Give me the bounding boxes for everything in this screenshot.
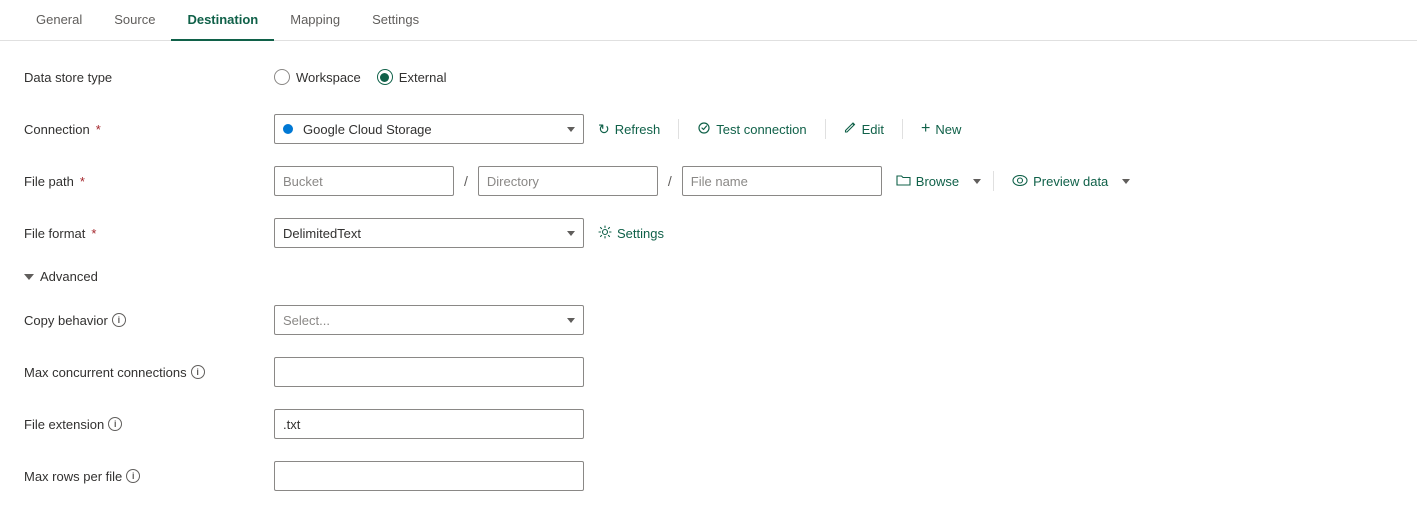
max-concurrent-row: Max concurrent connections i bbox=[24, 356, 1393, 388]
tab-destination[interactable]: Destination bbox=[171, 0, 274, 41]
data-store-type-row: Data store type Workspace External bbox=[24, 61, 1393, 93]
preview-icon bbox=[1012, 174, 1028, 189]
file-path-row: File path * / / Browse bbox=[24, 165, 1393, 197]
file-format-dropdown[interactable]: DelimitedText bbox=[274, 218, 584, 248]
connection-chevron-icon bbox=[567, 127, 575, 132]
max-rows-info-icon: i bbox=[126, 469, 140, 483]
test-connection-button[interactable]: Test connection bbox=[691, 117, 812, 142]
file-name-input[interactable] bbox=[682, 166, 882, 196]
refresh-button[interactable]: ↻ Refresh bbox=[592, 117, 666, 142]
max-rows-control bbox=[274, 461, 584, 491]
browse-chevron-icon[interactable] bbox=[973, 179, 981, 184]
refresh-icon: ↻ bbox=[598, 121, 610, 138]
preview-chevron-icon[interactable] bbox=[1122, 179, 1130, 184]
edit-icon bbox=[844, 121, 857, 137]
file-format-control: DelimitedText Settings bbox=[274, 218, 670, 248]
file-format-required: * bbox=[91, 226, 96, 241]
max-concurrent-info-icon: i bbox=[191, 365, 205, 379]
copy-behavior-dropdown[interactable]: Select... bbox=[274, 305, 584, 335]
external-radio[interactable]: External bbox=[377, 69, 447, 85]
workspace-radio-circle[interactable] bbox=[274, 69, 290, 85]
tab-mapping[interactable]: Mapping bbox=[274, 0, 356, 41]
file-extension-row: File extension i bbox=[24, 408, 1393, 440]
directory-input[interactable] bbox=[478, 166, 658, 196]
file-format-row: File format * DelimitedText Settings bbox=[24, 217, 1393, 249]
file-format-chevron-icon bbox=[567, 231, 575, 236]
max-concurrent-label: Max concurrent connections i bbox=[24, 365, 274, 380]
form-content: Data store type Workspace External Conne… bbox=[0, 41, 1417, 532]
copy-behavior-row: Copy behavior i Select... bbox=[24, 304, 1393, 336]
max-rows-label: Max rows per file i bbox=[24, 469, 274, 484]
advanced-toggle[interactable]: Advanced bbox=[24, 269, 1393, 284]
file-format-label: File format * bbox=[24, 226, 274, 241]
connection-dot bbox=[283, 124, 293, 134]
workspace-radio[interactable]: Workspace bbox=[274, 69, 361, 85]
divider-2 bbox=[825, 119, 826, 139]
copy-behavior-info-icon: i bbox=[112, 313, 126, 327]
connection-control: Google Cloud Storage ↻ Refresh Test conn… bbox=[274, 114, 967, 144]
test-connection-icon bbox=[697, 121, 711, 138]
max-concurrent-control bbox=[274, 357, 584, 387]
edit-button[interactable]: Edit bbox=[838, 117, 890, 141]
folder-icon bbox=[896, 173, 911, 189]
file-extension-info-icon: i bbox=[108, 417, 122, 431]
connection-required: * bbox=[96, 122, 101, 137]
tab-source[interactable]: Source bbox=[98, 0, 171, 41]
path-sep-1: / bbox=[464, 173, 468, 189]
connection-label: Connection * bbox=[24, 122, 274, 137]
browse-button[interactable]: Browse bbox=[890, 169, 965, 193]
file-format-value: DelimitedText bbox=[283, 226, 561, 241]
file-extension-label: File extension i bbox=[24, 417, 274, 432]
tab-settings[interactable]: Settings bbox=[356, 0, 435, 41]
file-extension-input[interactable] bbox=[274, 409, 584, 439]
connection-row: Connection * Google Cloud Storage ↻ Refr… bbox=[24, 113, 1393, 145]
copy-behavior-control: Select... bbox=[274, 305, 584, 335]
file-extension-control bbox=[274, 409, 584, 439]
divider-3 bbox=[902, 119, 903, 139]
max-rows-row: Max rows per file i bbox=[24, 460, 1393, 492]
copy-behavior-label: Copy behavior i bbox=[24, 313, 274, 328]
settings-button[interactable]: Settings bbox=[592, 221, 670, 246]
connection-dropdown[interactable]: Google Cloud Storage bbox=[274, 114, 584, 144]
workspace-radio-label: Workspace bbox=[296, 70, 361, 85]
settings-icon bbox=[598, 225, 612, 242]
copy-behavior-value: Select... bbox=[283, 313, 561, 328]
divider-preview bbox=[993, 171, 994, 191]
tab-bar: General Source Destination Mapping Setti… bbox=[0, 0, 1417, 41]
file-path-label: File path * bbox=[24, 174, 274, 189]
external-radio-circle[interactable] bbox=[377, 69, 393, 85]
plus-icon: + bbox=[921, 121, 930, 137]
max-rows-input[interactable] bbox=[274, 461, 584, 491]
copy-behavior-chevron-icon bbox=[567, 318, 575, 323]
data-store-type-label: Data store type bbox=[24, 70, 274, 85]
max-concurrent-input[interactable] bbox=[274, 357, 584, 387]
preview-data-button[interactable]: Preview data bbox=[1006, 170, 1114, 193]
external-radio-label: External bbox=[399, 70, 447, 85]
advanced-chevron-icon bbox=[24, 274, 34, 280]
bucket-input[interactable] bbox=[274, 166, 454, 196]
file-path-control: / / Browse bbox=[274, 166, 1130, 196]
path-sep-2: / bbox=[668, 173, 672, 189]
data-store-type-control: Workspace External bbox=[274, 69, 447, 85]
file-path-required: * bbox=[80, 174, 85, 189]
new-button[interactable]: + New bbox=[915, 117, 967, 141]
divider-1 bbox=[678, 119, 679, 139]
tab-general[interactable]: General bbox=[20, 0, 98, 41]
connection-value: Google Cloud Storage bbox=[303, 122, 561, 137]
